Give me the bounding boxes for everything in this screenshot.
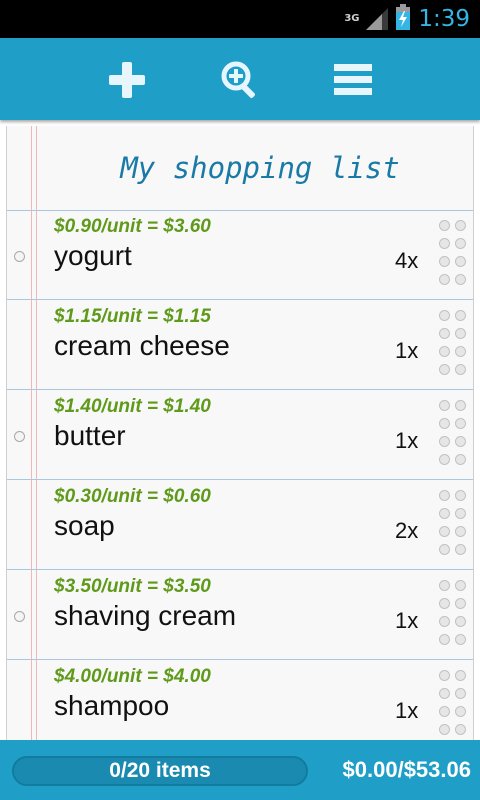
zoom-in-button[interactable] xyxy=(218,58,262,102)
list-title-header: My shopping list xyxy=(7,126,473,211)
menu-button[interactable] xyxy=(331,58,375,102)
item-name: cream cheese xyxy=(54,330,230,361)
drag-handle-icon[interactable] xyxy=(439,400,469,472)
item-quantity: 1x xyxy=(395,608,419,633)
drag-handle-icon[interactable] xyxy=(439,490,469,562)
item-price: $4.00/unit = $4.00 xyxy=(54,666,211,687)
menu-icon xyxy=(334,64,372,95)
drag-handle-icon[interactable] xyxy=(439,310,469,382)
list-item[interactable]: $4.00/unit = $4.00 shampoo 1x xyxy=(7,660,473,740)
item-quantity: 1x xyxy=(395,428,419,453)
bottom-bar: 0/20 items $0.00/$53.06 xyxy=(0,740,480,800)
list-item[interactable]: $3.50/unit = $3.50 shaving cream 1x xyxy=(7,570,473,660)
item-price: $3.50/unit = $3.50 xyxy=(54,576,211,597)
status-clock: 1:39 xyxy=(418,6,470,32)
status-bar: 3G 1:39 xyxy=(0,0,480,38)
status-icons: 3G 1:39 xyxy=(344,0,470,38)
item-check-radio[interactable] xyxy=(14,251,25,262)
item-price: $1.15/unit = $1.15 xyxy=(54,306,211,327)
item-quantity: 1x xyxy=(395,698,419,723)
item-quantity: 4x xyxy=(395,248,419,273)
item-quantity: 2x xyxy=(395,518,419,543)
signal-icon: 3G xyxy=(344,8,389,30)
item-check-radio[interactable] xyxy=(14,431,25,442)
drag-handle-icon[interactable] xyxy=(439,670,469,740)
list-item[interactable]: $1.40/unit = $1.40 butter 1x xyxy=(7,390,473,480)
zoom-in-icon xyxy=(221,61,255,98)
items-progress-bar: 0/20 items xyxy=(12,756,308,786)
list-item[interactable]: $0.90/unit = $3.60 yogurt 4x xyxy=(7,210,473,300)
list-item[interactable]: $0.30/unit = $0.60 soap 2x xyxy=(7,480,473,570)
network-type: 3G xyxy=(344,13,360,24)
drag-handle-icon[interactable] xyxy=(439,580,469,652)
item-name: butter xyxy=(54,420,126,451)
add-item-button[interactable] xyxy=(105,58,149,102)
list-title: My shopping list xyxy=(120,151,400,185)
item-name: soap xyxy=(54,510,115,541)
drag-handle-icon[interactable] xyxy=(439,220,469,292)
item-price: $0.90/unit = $3.60 xyxy=(54,216,211,237)
item-price: $0.30/unit = $0.60 xyxy=(54,486,211,507)
item-name: shampoo xyxy=(54,690,170,721)
battery-charging-icon xyxy=(396,3,411,35)
shopping-list: My shopping list $0.90/unit = $3.60 yogur… xyxy=(6,126,474,740)
add-icon xyxy=(109,62,145,98)
item-check-radio[interactable] xyxy=(14,611,25,622)
total-amount: $0.00/$53.06 xyxy=(342,757,471,782)
item-name: shaving cream xyxy=(54,600,237,631)
list-item[interactable]: $1.15/unit = $1.15 cream cheese 1x xyxy=(7,300,473,390)
item-quantity: 1x xyxy=(395,338,419,363)
item-name: yogurt xyxy=(54,240,132,271)
progress-label: 0/20 items xyxy=(109,759,211,782)
item-price: $1.40/unit = $1.40 xyxy=(54,396,211,417)
action-bar xyxy=(0,38,480,120)
